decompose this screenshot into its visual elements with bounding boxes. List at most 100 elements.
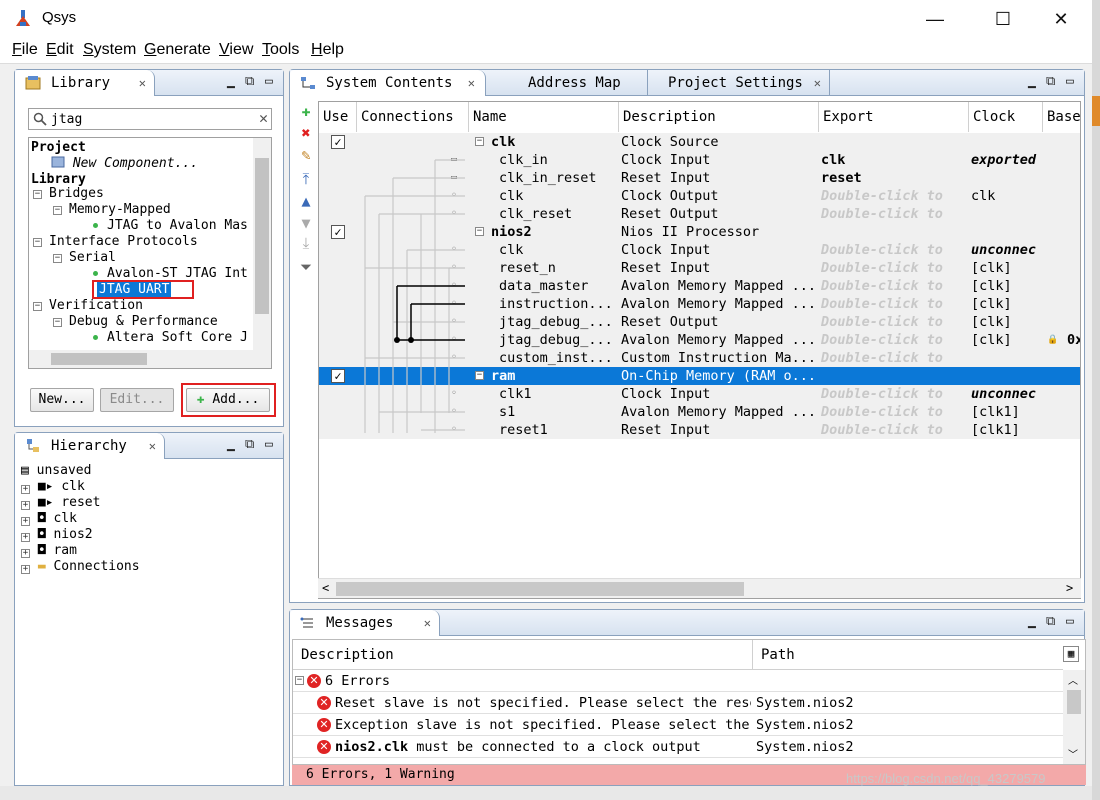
use-checkbox[interactable]: ✓ (331, 369, 345, 383)
collapse-icon[interactable]: − (33, 238, 42, 247)
remove-component-icon[interactable]: ✖ (298, 125, 314, 141)
collapse-icon[interactable]: − (33, 302, 42, 311)
maximize-panel-icon[interactable]: ▭ (265, 437, 273, 452)
maximize-panel-icon[interactable]: ▭ (1066, 74, 1074, 89)
restore-panel-icon[interactable]: ⧉ (1046, 614, 1055, 629)
library-hscrollbar[interactable] (29, 350, 271, 368)
move-down-icon[interactable]: ▼ (298, 215, 314, 231)
row-name[interactable]: reset1 (499, 421, 617, 439)
row-export[interactable]: Double-click to (821, 277, 967, 295)
row-clock[interactable] (971, 367, 1043, 385)
message-group-row[interactable]: − ✕ 6 Errors (293, 670, 1063, 692)
collapse-icon[interactable]: − (53, 254, 62, 263)
connection-dot[interactable] (394, 337, 400, 343)
row-clock[interactable]: [clk1] (971, 421, 1043, 439)
collapse-icon[interactable]: − (295, 676, 304, 685)
close-button[interactable]: ✕ (1038, 0, 1084, 38)
msg-col-description[interactable]: Description (293, 640, 753, 670)
row-name[interactable]: nios2 (491, 223, 609, 241)
row-export[interactable]: clk (821, 151, 967, 169)
row-name[interactable]: ram (491, 367, 609, 385)
messages-vscrollbar[interactable]: ︿ ﹀ (1063, 670, 1085, 764)
row-clock[interactable]: unconnec (971, 241, 1043, 259)
col-export[interactable]: Export (819, 102, 969, 132)
row-export[interactable]: Double-click to (821, 205, 967, 223)
table-hscrollbar[interactable]: < > (318, 578, 1081, 598)
row-clock[interactable]: [clk] (971, 277, 1043, 295)
move-to-bottom-icon[interactable]: ⤓ (298, 235, 314, 251)
scroll-left-icon[interactable]: < (322, 581, 329, 595)
menu-help[interactable]: Help (311, 41, 344, 59)
close-tab-icon[interactable]: ✕ (424, 610, 431, 636)
expand-icon[interactable]: + (21, 485, 30, 494)
row-export[interactable] (821, 367, 967, 385)
library-search-input[interactable] (51, 110, 247, 128)
row-name[interactable]: clk (499, 187, 617, 205)
row-export[interactable]: Double-click to (821, 313, 967, 331)
hierarchy-item[interactable]: + ◘ clk (21, 511, 77, 527)
scroll-right-icon[interactable]: > (1066, 581, 1073, 595)
tree-interface-protocols[interactable]: Interface Protocols (49, 234, 198, 250)
msg-col-path[interactable]: Path (753, 640, 1063, 670)
row-clock[interactable]: [clk] (971, 331, 1043, 349)
tab-system-contents[interactable]: System Contents ✕ (290, 70, 486, 96)
row-name[interactable]: clk_in (499, 151, 617, 169)
tree-new-component[interactable]: New Component... (51, 156, 198, 172)
row-export[interactable]: reset (821, 169, 967, 187)
hierarchy-item[interactable]: + ▬ Connections (21, 559, 140, 575)
new-button[interactable]: New... (30, 388, 94, 412)
row-name[interactable]: clk_in_reset (499, 169, 617, 187)
scroll-up-icon[interactable]: ︿ (1068, 672, 1078, 687)
row-name[interactable]: s1 (499, 403, 617, 421)
lock-icon[interactable]: 🔒 (1047, 331, 1058, 349)
row-name[interactable]: jtag_debug_... (499, 331, 617, 349)
row-name[interactable]: data_master (499, 277, 617, 295)
tree-memory-mapped[interactable]: Memory-Mapped (69, 202, 171, 218)
clear-search-icon[interactable]: ✕ (259, 109, 268, 127)
hierarchy-item[interactable]: + ■▸ reset (21, 495, 100, 511)
message-row[interactable]: ✕ Exception slave is not specified. Plea… (293, 714, 1063, 736)
tab-hierarchy[interactable]: Hierarchy ✕ (15, 433, 165, 459)
expand-icon[interactable]: + (21, 517, 30, 526)
tab-messages[interactable]: Messages ✕ (290, 610, 440, 636)
edit-button[interactable]: Edit... (100, 388, 174, 412)
tab-library[interactable]: Library ✕ (15, 70, 155, 96)
expand-icon[interactable]: + (21, 533, 30, 542)
row-name[interactable]: instruction... (499, 295, 617, 313)
row-export[interactable]: Double-click to (821, 421, 967, 439)
tab-project-settings[interactable]: Project Settings ✕ (650, 70, 830, 96)
close-tab-icon[interactable]: ✕ (468, 70, 475, 96)
move-to-top-icon[interactable]: ⤒ (298, 171, 314, 187)
menu-view[interactable]: View (219, 41, 253, 59)
row-export[interactable]: Double-click to (821, 241, 967, 259)
tab-address-map[interactable]: Address Map (492, 70, 648, 96)
tree-project[interactable]: Project (31, 140, 86, 156)
hierarchy-item[interactable]: + ◘ ram (21, 543, 77, 559)
collapse-icon[interactable]: − (475, 137, 484, 146)
collapse-icon[interactable]: − (475, 227, 484, 236)
row-clock[interactable]: clk (971, 187, 1043, 205)
row-clock[interactable] (971, 205, 1043, 223)
filter-icon[interactable]: ⏷ (298, 259, 314, 275)
tree-debug-performance[interactable]: Debug & Performance (69, 314, 218, 330)
tree-altera-soft-core[interactable]: Altera Soft Core J (107, 330, 248, 346)
maximize-panel-icon[interactable]: ▭ (265, 74, 273, 89)
row-name[interactable]: clk_reset (499, 205, 617, 223)
library-search-field[interactable]: ✕ (28, 108, 272, 130)
library-hscroll-thumb[interactable] (51, 353, 147, 365)
col-connections[interactable]: Connections (357, 102, 469, 132)
collapse-icon[interactable]: − (53, 318, 62, 327)
messages-vscroll-thumb[interactable] (1067, 690, 1081, 714)
row-name[interactable]: clk (491, 133, 609, 151)
use-checkbox[interactable]: ✓ (331, 225, 345, 239)
row-export[interactable] (821, 223, 967, 241)
tree-jtag-to-avalon[interactable]: JTAG to Avalon Mas (107, 218, 248, 234)
minimize-button[interactable]: — (912, 0, 958, 38)
menu-generate[interactable]: Generate (144, 41, 211, 59)
row-clock[interactable]: [clk] (971, 313, 1043, 331)
hierarchy-item[interactable]: + ■▸ clk (21, 479, 85, 495)
messages-settings-icon[interactable]: ▦ (1063, 646, 1079, 662)
collapse-icon[interactable]: − (33, 190, 42, 199)
row-name[interactable]: clk1 (499, 385, 617, 403)
row-export[interactable]: Double-click to (821, 295, 967, 313)
